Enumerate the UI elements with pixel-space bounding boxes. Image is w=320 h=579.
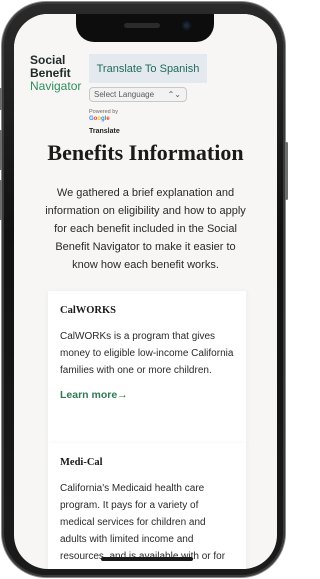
language-select-value: Select Language: [94, 90, 155, 99]
mute-switch: [0, 88, 2, 110]
translate-to-spanish-button[interactable]: Translate To Spanish: [89, 54, 207, 83]
volume-down-button: [0, 180, 2, 220]
google-logo: Google: [89, 116, 110, 122]
screen: Social Benefit Navigator Translate To Sp…: [14, 14, 277, 569]
learn-more-label: Learn more: [60, 389, 118, 401]
benefit-card-calworks: CalWORKS CalWORKs is a program that give…: [48, 291, 246, 444]
intro-paragraph: We gathered a brief explanation and info…: [45, 187, 246, 271]
language-select[interactable]: Select Language ⌃⌄: [89, 87, 187, 102]
card-title: CalWORKS: [60, 305, 117, 316]
brand-line-navigator: Navigator: [30, 79, 82, 93]
card-description: California's Medicaid health care progra…: [60, 483, 226, 562]
powered-by-google: Powered by Google: [89, 109, 118, 123]
notch: [76, 14, 214, 42]
benefit-card-medi-cal: Medi-Cal California's Medicaid health ca…: [48, 443, 246, 569]
card-description: CalWORKs is a program that gives money t…: [60, 331, 234, 376]
chevron-updown-icon: ⌃⌄: [167, 90, 181, 99]
card-title: Medi-Cal: [60, 457, 103, 468]
google-translate-link[interactable]: Translate: [89, 128, 120, 135]
power-button: [285, 142, 288, 200]
volume-up-button: [0, 130, 2, 170]
site-logo[interactable]: Social Benefit Navigator: [30, 54, 81, 93]
front-camera: [182, 21, 191, 30]
phone-frame: Social Benefit Navigator Translate To Sp…: [0, 2, 288, 577]
learn-more-link[interactable]: Learn more→: [60, 389, 128, 401]
page-title: Benefits Information: [47, 140, 244, 165]
arrow-right-icon: →: [117, 389, 128, 401]
speaker-grille: [124, 23, 160, 28]
home-indicator[interactable]: [101, 557, 193, 561]
powered-by-label: Powered by: [89, 109, 119, 115]
